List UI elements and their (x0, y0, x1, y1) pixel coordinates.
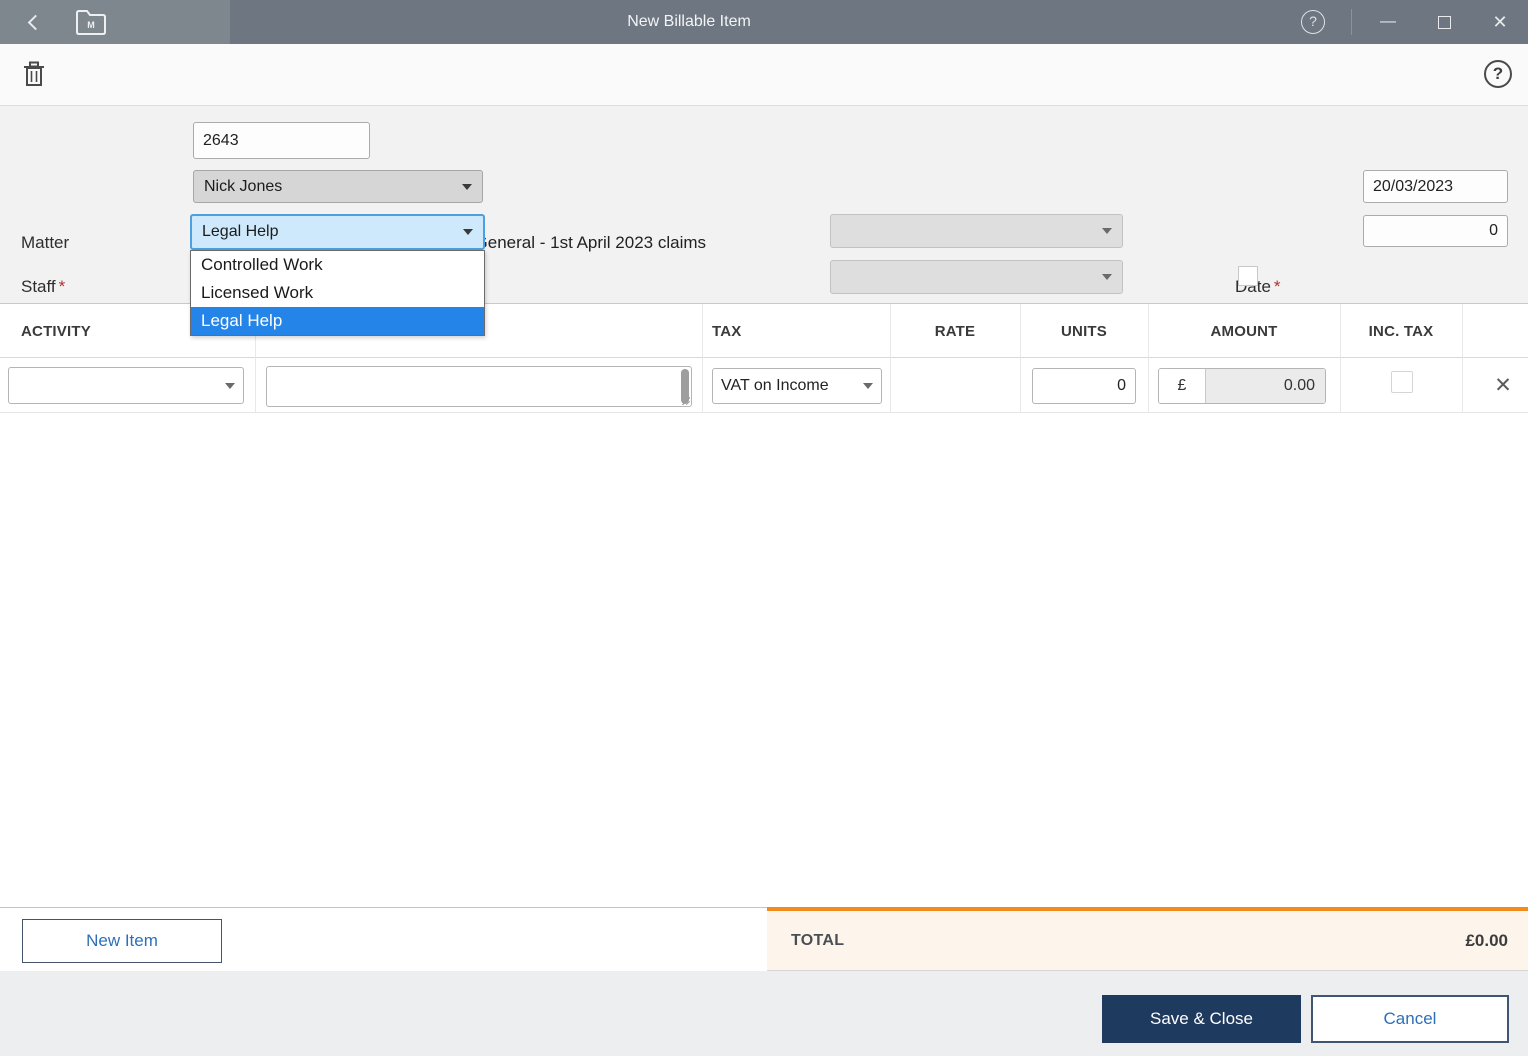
currency-symbol: £ (1159, 369, 1205, 403)
col-rate: RATE (890, 304, 1020, 358)
billing-description-textarea[interactable] (266, 366, 692, 407)
chevron-down-icon (1102, 274, 1112, 280)
matter-label: Matter (21, 233, 69, 253)
chevron-down-icon (225, 383, 235, 389)
resize-grip-icon[interactable] (682, 397, 690, 405)
column-divider (890, 304, 891, 413)
staff-dropdown[interactable]: Nick Jones (193, 170, 483, 203)
delete-button[interactable] (17, 57, 51, 91)
matter-number-field[interactable]: 2643 (193, 122, 370, 159)
option-legal-help-selected[interactable]: Legal Help (191, 307, 484, 335)
toolbar: ? (0, 44, 1528, 106)
activity-dropdown[interactable] (8, 367, 244, 404)
maximize-icon (1438, 16, 1451, 29)
amount-field[interactable]: £ 0.00 (1158, 368, 1326, 404)
total-value: £0.00 (1465, 931, 1508, 951)
option-controlled-work[interactable]: Controlled Work (191, 251, 484, 279)
billable-item-row: VAT on Income 0 £ 0.00 ✕ (0, 358, 1528, 413)
trash-icon (23, 61, 45, 87)
titlebar-help-icon[interactable]: ? (1301, 10, 1325, 34)
new-billable-item-window: M New Billable Item ? — ✕ ? Matter 2 (0, 0, 1528, 1056)
titlebar-left-segment: M (0, 0, 230, 44)
new-item-button[interactable]: New Item (22, 919, 222, 963)
help-icon[interactable]: ? (1484, 60, 1512, 88)
column-divider (1020, 304, 1021, 413)
column-divider (1340, 304, 1341, 413)
delete-row-button[interactable]: ✕ (1488, 368, 1518, 402)
units-field[interactable]: 0 (1032, 368, 1136, 404)
minimize-button[interactable]: — (1360, 0, 1416, 44)
titlebar-controls: ? — ✕ (1301, 0, 1528, 44)
uplift-field[interactable]: 0 (1363, 215, 1508, 247)
column-divider (702, 304, 703, 413)
inc-tax-checkbox[interactable] (1391, 371, 1413, 393)
amount-value: 0.00 (1205, 369, 1325, 403)
matter-folder-icon[interactable]: M (74, 8, 108, 36)
column-divider (1148, 304, 1149, 413)
maximize-button[interactable] (1416, 0, 1472, 44)
staff-label: Staff* (21, 277, 65, 297)
total-label: TOTAL (791, 932, 844, 950)
back-chevron-icon (27, 14, 43, 30)
window-title: New Billable Item (230, 0, 1148, 44)
chevron-down-icon (863, 383, 873, 389)
billing-stage-options-list: Controlled Work Licensed Work Legal Help (190, 250, 485, 336)
table-empty-area (0, 413, 1528, 907)
back-button[interactable] (18, 7, 48, 37)
chevron-down-icon (463, 229, 473, 235)
hearing-type-dropdown[interactable] (830, 214, 1123, 248)
bottom-bar-left: New Item (0, 907, 767, 971)
billing-stage-dropdown[interactable]: Legal Help (190, 214, 485, 250)
bottom-bar: New Item TOTAL £0.00 (0, 907, 1528, 971)
save-and-close-button[interactable]: Save & Close (1102, 995, 1301, 1043)
enhanced-checkbox[interactable] (1238, 266, 1258, 286)
attended-on-dropdown[interactable] (830, 260, 1123, 294)
col-amount: AMOUNT (1148, 304, 1340, 358)
titlebar-divider (1351, 9, 1352, 35)
titlebar: M New Billable Item ? — ✕ (0, 0, 1528, 44)
option-licensed-work[interactable]: Licensed Work (191, 279, 484, 307)
chevron-down-icon (1102, 228, 1112, 234)
chevron-down-icon (462, 184, 472, 190)
total-bar: TOTAL £0.00 (767, 907, 1528, 971)
column-divider (1462, 304, 1463, 413)
close-button[interactable]: ✕ (1472, 0, 1528, 44)
col-tax: TAX (712, 304, 872, 358)
col-units: UNITS (1020, 304, 1148, 358)
col-inc-tax: INC. TAX (1340, 304, 1462, 358)
footer: Save & Close Cancel (0, 971, 1528, 1056)
cancel-button[interactable]: Cancel (1311, 995, 1509, 1043)
tax-dropdown[interactable]: VAT on Income (712, 368, 882, 404)
svg-text:M: M (87, 20, 95, 30)
date-field[interactable]: 20/03/2023 (1363, 170, 1508, 203)
